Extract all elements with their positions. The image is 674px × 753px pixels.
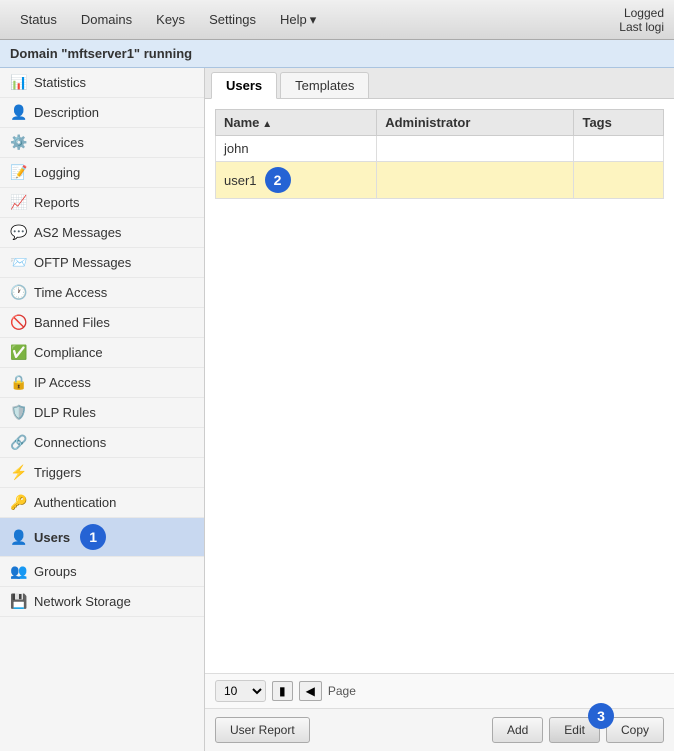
- login-info: Logged Last logi: [619, 6, 664, 34]
- sidebar-item-as2-messages[interactable]: 💬 AS2 Messages: [0, 218, 204, 248]
- nav-domains[interactable]: Domains: [71, 7, 142, 32]
- dlp-rules-icon: 🛡️: [10, 404, 28, 421]
- nav-keys[interactable]: Keys: [146, 7, 195, 32]
- table-container: Name Administrator Tags johnuser12: [205, 99, 674, 673]
- last-login-label: Last logi: [619, 20, 664, 34]
- sidebar-item-dlp-rules[interactable]: 🛡️ DLP Rules: [0, 398, 204, 428]
- groups-icon: 👥: [10, 563, 28, 580]
- oftp-messages-icon: 📨: [10, 254, 28, 271]
- authentication-icon: 🔑: [10, 494, 28, 511]
- as2-messages-icon: 💬: [10, 224, 28, 241]
- sidebar-item-groups[interactable]: 👥 Groups: [0, 557, 204, 587]
- services-icon: ⚙️: [10, 134, 28, 151]
- domain-bar: Domain "mftserver1" running: [0, 40, 674, 68]
- cell-tags: [574, 136, 664, 162]
- sidebar-label-triggers: Triggers: [34, 465, 81, 480]
- page-label: Page: [328, 684, 356, 698]
- sidebar-item-ip-access[interactable]: 🔒 IP Access: [0, 368, 204, 398]
- description-icon: 👤: [10, 104, 28, 121]
- add-button[interactable]: Add: [492, 717, 543, 743]
- page-size-select[interactable]: 10 25 50 100: [215, 680, 266, 702]
- col-name[interactable]: Name: [216, 110, 377, 136]
- cell-administrator: [377, 136, 574, 162]
- cell-administrator: [377, 162, 574, 199]
- users-table: Name Administrator Tags johnuser12: [215, 109, 664, 199]
- sidebar-item-connections[interactable]: 🔗 Connections: [0, 428, 204, 458]
- table-row[interactable]: john: [216, 136, 664, 162]
- sidebar-label-compliance: Compliance: [34, 345, 103, 360]
- step-badge-1: 1: [80, 524, 106, 550]
- sidebar-item-authentication[interactable]: 🔑 Authentication: [0, 488, 204, 518]
- sidebar-label-network-storage: Network Storage: [34, 594, 131, 609]
- tabs-bar: Users Templates: [205, 68, 674, 99]
- sidebar-label-banned-files: Banned Files: [34, 315, 110, 330]
- content-area: Users Templates Name Administrator Tags …: [205, 68, 674, 751]
- sidebar-item-reports[interactable]: 📈 Reports: [0, 188, 204, 218]
- nav-status[interactable]: Status: [10, 7, 67, 32]
- tab-templates[interactable]: Templates: [280, 72, 369, 98]
- sidebar-item-logging[interactable]: 📝 Logging: [0, 158, 204, 188]
- prev-page-btn[interactable]: ◀: [299, 681, 322, 701]
- sidebar-item-network-storage[interactable]: 💾 Network Storage: [0, 587, 204, 617]
- step-badge-3: 3: [588, 703, 614, 729]
- step-badge-2: 2: [265, 167, 291, 193]
- sidebar-label-services: Services: [34, 135, 84, 150]
- logged-in-label: Logged: [619, 6, 664, 20]
- sidebar-label-description: Description: [34, 105, 99, 120]
- nav-links: Status Domains Keys Settings Help ▾: [10, 7, 326, 33]
- col-tags: Tags: [574, 110, 664, 136]
- sidebar-label-ip-access: IP Access: [34, 375, 91, 390]
- sidebar-label-time-access: Time Access: [34, 285, 107, 300]
- cell-name: john: [216, 136, 377, 162]
- sidebar: 📊 Statistics 👤 Description ⚙️ Services 📝 Loggin…: [0, 68, 205, 751]
- sidebar-item-users[interactable]: 👤 Users 1: [0, 518, 204, 557]
- sidebar-item-compliance[interactable]: ✅ Compliance: [0, 338, 204, 368]
- sidebar-label-dlp-rules: DLP Rules: [34, 405, 96, 420]
- help-label: Help: [280, 12, 307, 27]
- table-row[interactable]: user12: [216, 162, 664, 199]
- sidebar-label-users: Users: [34, 530, 70, 545]
- banned-files-icon: 🚫: [10, 314, 28, 331]
- ip-access-icon: 🔒: [10, 374, 28, 391]
- sidebar-label-logging: Logging: [34, 165, 80, 180]
- sidebar-item-time-access[interactable]: 🕐 Time Access: [0, 278, 204, 308]
- reports-icon: 📈: [10, 194, 28, 211]
- cell-tags: [574, 162, 664, 199]
- sidebar-label-statistics: Statistics: [34, 75, 86, 90]
- sidebar-item-services[interactable]: ⚙️ Services: [0, 128, 204, 158]
- copy-button[interactable]: Copy: [606, 717, 664, 743]
- action-bar: User Report Add Edit 3 Copy: [205, 708, 674, 751]
- nav-settings[interactable]: Settings: [199, 7, 266, 32]
- sidebar-label-reports: Reports: [34, 195, 80, 210]
- help-arrow-icon: ▾: [310, 12, 317, 28]
- compliance-icon: ✅: [10, 344, 28, 361]
- top-nav: Status Domains Keys Settings Help ▾ Logg…: [0, 0, 674, 40]
- col-administrator[interactable]: Administrator: [377, 110, 574, 136]
- sidebar-label-oftp-messages: OFTP Messages: [34, 255, 131, 270]
- connections-icon: 🔗: [10, 434, 28, 451]
- tab-users[interactable]: Users: [211, 72, 277, 99]
- sidebar-item-oftp-messages[interactable]: 📨 OFTP Messages: [0, 248, 204, 278]
- sidebar-item-statistics[interactable]: 📊 Statistics: [0, 68, 204, 98]
- time-access-icon: 🕐: [10, 284, 28, 301]
- sidebar-label-connections: Connections: [34, 435, 106, 450]
- cell-name: user12: [216, 162, 377, 199]
- main-layout: 📊 Statistics 👤 Description ⚙️ Services 📝 Loggin…: [0, 68, 674, 751]
- sidebar-label-as2-messages: AS2 Messages: [34, 225, 121, 240]
- user-report-button[interactable]: User Report: [215, 717, 310, 743]
- statistics-icon: 📊: [10, 74, 28, 91]
- sidebar-item-triggers[interactable]: ⚡ Triggers: [0, 458, 204, 488]
- network-storage-icon: 💾: [10, 593, 28, 610]
- triggers-icon: ⚡: [10, 464, 28, 481]
- sidebar-label-groups: Groups: [34, 564, 77, 579]
- first-page-btn[interactable]: ▮: [272, 681, 293, 701]
- users-icon: 👤: [10, 529, 28, 546]
- domain-title: Domain "mftserver1" running: [10, 46, 192, 61]
- sidebar-label-authentication: Authentication: [34, 495, 116, 510]
- logging-icon: 📝: [10, 164, 28, 181]
- sidebar-item-description[interactable]: 👤 Description: [0, 98, 204, 128]
- nav-help[interactable]: Help ▾: [270, 7, 326, 33]
- sidebar-item-banned-files[interactable]: 🚫 Banned Files: [0, 308, 204, 338]
